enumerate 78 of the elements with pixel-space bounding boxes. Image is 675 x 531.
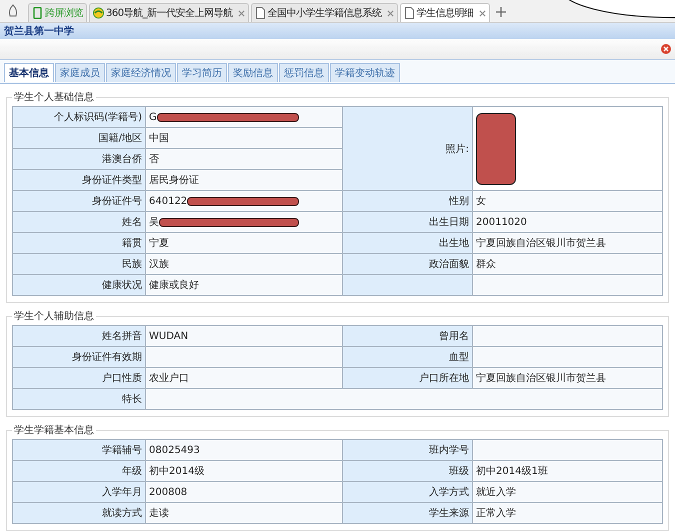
- globe-icon: [93, 7, 104, 19]
- home-icon[interactable]: [6, 4, 20, 18]
- browser-tab[interactable]: 全国中小学生学籍信息系统: [250, 3, 398, 22]
- field-label: 户口性质: [13, 368, 146, 389]
- field-value: 200808: [149, 486, 188, 498]
- field-value: 640122: [149, 196, 188, 206]
- field-label: 曾用名: [343, 326, 473, 347]
- field-value: 就近入学: [476, 486, 516, 499]
- field-label: 入学年月: [13, 482, 146, 503]
- close-icon[interactable]: [238, 10, 245, 16]
- field-value: 否: [149, 153, 159, 166]
- field-label: 政治面貌: [343, 254, 473, 275]
- field-value: 中国: [149, 132, 169, 145]
- page-icon: [254, 7, 266, 19]
- field-label: 入学方式: [343, 482, 473, 503]
- plus-icon[interactable]: [496, 7, 506, 17]
- field-value: 宁夏: [149, 236, 169, 250]
- field-label: 姓名: [13, 212, 146, 233]
- page-icon: [404, 7, 415, 19]
- field-label: 籍贯: [13, 233, 146, 254]
- phone-icon: [32, 7, 43, 19]
- close-icon[interactable]: [386, 10, 394, 16]
- field-label: 港澳台侨: [13, 149, 146, 170]
- field-value: G: [149, 112, 157, 122]
- field-label: 身份证件号: [13, 191, 146, 212]
- field-label: 学生来源: [343, 503, 473, 524]
- field-value: 正常入学: [476, 506, 516, 520]
- close-icon[interactable]: [661, 44, 671, 54]
- field-value: 20011020: [476, 216, 527, 228]
- field-label: 班级: [343, 461, 473, 482]
- field-label: 性别: [343, 191, 473, 212]
- field-value: 宁夏回族自治区银川市贺兰县: [476, 372, 606, 385]
- section-title: 学生个人辅助信息: [13, 310, 95, 323]
- field-value: 汉族: [149, 258, 169, 271]
- field-label: 血型: [343, 347, 473, 368]
- tab[interactable]: 基本信息: [4, 63, 54, 82]
- field-label: 健康状况: [13, 275, 146, 296]
- browser-tab[interactable]: 360导航_新一代安全上网导航: [89, 3, 249, 22]
- browser-tab[interactable]: 学生信息明细: [400, 3, 490, 22]
- field-value: 初中2014级: [149, 464, 204, 478]
- field-label: 年级: [13, 461, 146, 482]
- tab[interactable]: 学习简历: [177, 63, 227, 82]
- section-title: 学生个人基础信息: [13, 90, 95, 104]
- field-value: 吴: [149, 216, 159, 229]
- field-label: 出生地: [343, 233, 473, 254]
- field-label: 班内学号: [343, 440, 473, 461]
- field-value: 初中2014级1班: [476, 464, 548, 478]
- field-label: 国籍/地区: [13, 128, 146, 149]
- tab[interactable]: 家庭经济情况: [106, 63, 176, 82]
- field-value: 居民身份证: [149, 174, 199, 187]
- field-value: 走读: [149, 506, 169, 520]
- field-label: 特长: [13, 389, 146, 410]
- tab[interactable]: 家庭成员: [55, 63, 105, 82]
- field-value: 宁夏回族自治区银川市贺兰县: [476, 236, 606, 250]
- field-value: 农业户口: [149, 372, 189, 385]
- field-label: 出生日期: [343, 212, 473, 233]
- close-icon[interactable]: [478, 10, 486, 16]
- field-label: 个人标识码(学籍号): [13, 107, 146, 128]
- field-label: 民族: [13, 254, 146, 275]
- section-title: 学生学籍基本信息: [13, 424, 95, 437]
- field-value: 健康或良好: [149, 278, 199, 292]
- field-label: 学籍辅号: [13, 440, 146, 461]
- field-label: 户口所在地: [343, 368, 473, 389]
- browser-tab[interactable]: 跨屏浏览: [28, 3, 87, 22]
- field-label: 身份证件类型: [13, 170, 146, 191]
- tab[interactable]: 惩罚信息: [279, 63, 329, 82]
- redaction-bar: [476, 113, 516, 185]
- field-value: 群众: [476, 258, 496, 271]
- field-value: 女: [476, 195, 486, 208]
- field-label: 就读方式: [13, 503, 146, 524]
- field-value: 08025493: [149, 444, 200, 456]
- tab[interactable]: 奖励信息: [228, 63, 278, 82]
- field-label: 身份证件有效期: [13, 347, 146, 368]
- school-name: 贺兰县第一中学: [4, 24, 74, 38]
- tab[interactable]: 学籍变动轨迹: [330, 63, 400, 82]
- field-label: 照片:: [343, 107, 473, 191]
- field-value: WUDAN: [149, 330, 188, 342]
- field-label: 姓名拼音: [13, 326, 146, 347]
